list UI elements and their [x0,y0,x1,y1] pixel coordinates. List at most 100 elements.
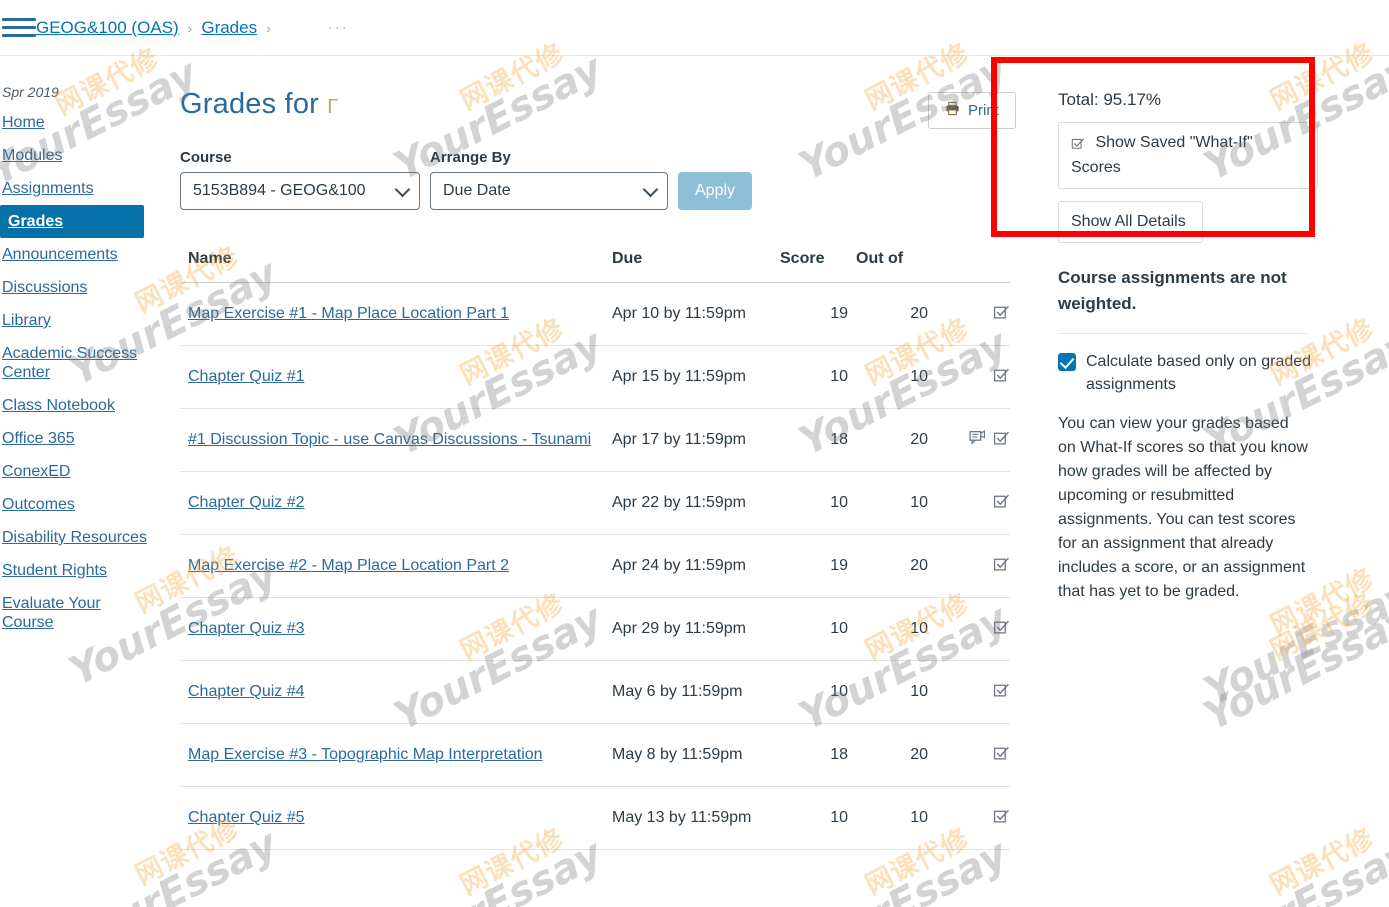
assignment-icons-cell [928,471,1010,535]
what-if-score-icon[interactable] [993,744,1010,766]
assignment-link[interactable]: #1 Discussion Topic - use Canvas Discuss… [188,431,591,448]
calculate-graded-only-checkbox[interactable] [1058,353,1076,371]
assignment-score-cell: 10 [772,471,848,535]
arrange-filter-group: Arrange By Due Date [430,149,668,210]
comment-icon[interactable] [969,429,986,451]
term-label: Spr 2019 [2,84,59,100]
sidebar-item-discussions[interactable]: Discussions [0,271,160,304]
show-saved-what-if-scores-label: Show Saved "What-If" Scores [1071,134,1253,176]
assignment-out-of-cell: 20 [848,534,928,598]
assignment-out-of-cell: 10 [848,786,928,850]
print-button[interactable]: Print [928,92,1016,129]
assignment-score-cell: 18 [772,723,848,787]
assignment-icons-cell [928,786,1010,850]
show-saved-what-if-scores-button[interactable]: Show Saved "What-If" Scores [1058,122,1318,189]
assignment-score-cell: 10 [772,786,848,850]
grades-table: Name Due Score Out of Map Exercise #1 - … [180,250,1010,850]
assignment-out-of-cell: 10 [848,660,928,724]
top-breadcrumb-bar: GEOG&100 (OAS) › Grades › ··· [0,0,1389,56]
table-row: Chapter Quiz #3 Apr 29 by 11:59pm 10 10 [180,597,1010,661]
assignment-score-cell: 19 [772,534,848,598]
breadcrumb-separator-icon: › [187,19,193,36]
apply-button[interactable]: Apply [678,172,753,210]
what-if-score-icon[interactable] [993,429,1010,451]
arrange-by-select-value: Due Date [443,182,511,199]
breadcrumb: GEOG&100 (OAS) › Grades › ··· [36,18,349,38]
assignment-name-cell: Chapter Quiz #1 [180,345,604,409]
breadcrumb-separator-icon-2: › [266,19,271,36]
what-if-score-icon[interactable] [993,303,1010,325]
what-if-help-text: You can view your grades based on What-I… [1058,415,1308,600]
show-all-details-button[interactable]: Show All Details [1058,201,1203,243]
sidebar-item-announcements[interactable]: Announcements [0,238,160,271]
assignment-name-cell: Map Exercise #3 - Topographic Map Interp… [180,723,604,787]
sidebar-item-evaluate-your-course[interactable]: Evaluate Your Course [0,587,160,639]
chevron-down-icon-2 [642,181,659,198]
table-row: Chapter Quiz #1 Apr 15 by 11:59pm 10 10 [180,345,1010,409]
assignment-out-of-cell: 20 [848,723,928,787]
what-if-score-icon[interactable] [993,492,1010,514]
column-header-due: Due [604,250,772,283]
sidebar-item-academic-success-center[interactable]: Academic Success Center [0,337,160,389]
assignment-link[interactable]: Chapter Quiz #2 [188,494,305,511]
hamburger-icon[interactable] [2,18,36,37]
sidebar-item-grades[interactable]: Grades [0,205,144,238]
assignment-due-cell: Apr 29 by 11:59pm [604,597,772,661]
assignment-due-cell: Apr 22 by 11:59pm [604,471,772,535]
watermark-text: YourEssay [1196,831,1389,907]
calculate-graded-only-row[interactable]: Calculate based only on graded assignmen… [1058,350,1318,396]
sidebar-item-home[interactable]: Home [0,106,160,139]
assignment-link[interactable]: Map Exercise #1 - Map Place Location Par… [188,305,509,322]
assignment-name-cell: Map Exercise #1 - Map Place Location Par… [180,282,604,346]
total-grade: Total: 95.17% [1058,90,1162,109]
what-if-score-icon[interactable] [993,555,1010,577]
assignment-link[interactable]: Chapter Quiz #5 [188,809,305,826]
sidebar-item-office-365[interactable]: Office 365 [0,422,160,455]
table-header-row: Name Due Score Out of [180,250,1010,283]
sidebar-item-student-rights[interactable]: Student Rights [0,554,160,587]
assignment-link[interactable]: Map Exercise #3 - Topographic Map Interp… [188,746,543,763]
chevron-down-icon [394,181,411,198]
course-select[interactable]: 5153B894 - GEOG&100 [180,172,420,210]
assignment-name-cell: Chapter Quiz #2 [180,471,604,535]
assignment-out-of-cell: 20 [848,408,928,472]
table-row: Map Exercise #3 - Topographic Map Interp… [180,723,1010,787]
sidebar-item-class-notebook[interactable]: Class Notebook [0,389,160,422]
sidebar-item-conexed[interactable]: ConexED [0,455,160,488]
assignment-out-of-cell: 20 [848,282,928,346]
table-row: #1 Discussion Topic - use Canvas Discuss… [180,408,1010,472]
sidebar-item-modules[interactable]: Modules [0,139,160,172]
assignment-link[interactable]: Chapter Quiz #1 [188,368,305,385]
assignment-due-cell: May 8 by 11:59pm [604,723,772,787]
sidebar-item-library[interactable]: Library [0,304,160,337]
breadcrumb-item-grades[interactable]: Grades [201,18,257,38]
table-row: Chapter Quiz #2 Apr 22 by 11:59pm 10 10 [180,471,1010,535]
table-row: Map Exercise #1 - Map Place Location Par… [180,282,1010,346]
page-title-student-redacted: Γ [327,96,339,118]
assignment-score-cell: 19 [772,282,848,346]
sidebar-item-assignments[interactable]: Assignments [0,172,160,205]
page-title: Grades for Γ [180,88,1010,121]
assignment-icons-cell [928,408,1010,472]
assignment-score-cell: 10 [772,345,848,409]
breadcrumb-item-course[interactable]: GEOG&100 (OAS) [36,18,179,38]
assignment-out-of-cell: 10 [848,597,928,661]
what-if-score-icon [1071,137,1089,154]
what-if-score-icon[interactable] [993,366,1010,388]
column-header-name: Name [180,250,604,283]
watermark-text-cn: 网课代修 [1265,822,1380,902]
what-if-score-icon[interactable] [993,681,1010,703]
sidebar-item-disability-resources[interactable]: Disability Resources [0,521,160,554]
assignment-out-of-cell: 10 [848,345,928,409]
what-if-score-icon[interactable] [993,618,1010,640]
assignment-link[interactable]: Map Exercise #2 - Map Place Location Par… [188,557,509,574]
assignment-name-cell: Chapter Quiz #4 [180,660,604,724]
assignment-out-of-cell: 10 [848,471,928,535]
sidebar-item-outcomes[interactable]: Outcomes [0,488,160,521]
what-if-score-icon[interactable] [993,807,1010,829]
assignment-icons-cell [928,345,1010,409]
grade-summary-sidebar: Total: 95.17% Show Saved "What-If" Score… [1058,56,1318,604]
assignment-link[interactable]: Chapter Quiz #3 [188,620,305,637]
assignment-link[interactable]: Chapter Quiz #4 [188,683,305,700]
arrange-by-select[interactable]: Due Date [430,172,668,210]
